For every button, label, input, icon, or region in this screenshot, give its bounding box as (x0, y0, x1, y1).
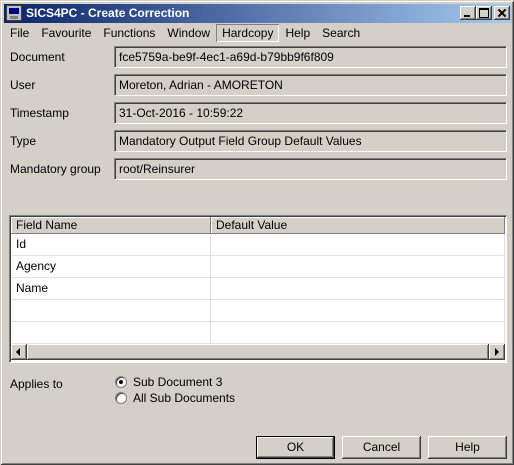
horizontal-scrollbar[interactable] (11, 344, 505, 360)
default-value-cell[interactable] (211, 300, 505, 322)
default-value-cell[interactable] (211, 256, 505, 278)
table-row[interactable]: Id (11, 234, 505, 256)
field-name-cell[interactable]: Id (11, 234, 211, 256)
menu-file[interactable]: File (4, 24, 35, 42)
table-header: Field Name Default Value (11, 217, 505, 234)
title-bar[interactable]: SICS4PC - Create Correction (4, 4, 512, 23)
field-name-cell[interactable] (11, 300, 211, 322)
menu-search[interactable]: Search (316, 24, 366, 42)
radio-all-sub-documents[interactable]: All Sub Documents (115, 391, 235, 405)
cancel-button[interactable]: Cancel (342, 436, 421, 459)
type-field[interactable]: Mandatory Output Field Group Default Val… (114, 130, 507, 152)
radio-button[interactable] (115, 392, 127, 404)
applies-to-label: Applies to (10, 377, 63, 391)
menu-hardcopy[interactable]: Hardcopy (216, 24, 279, 42)
minimize-button[interactable] (460, 6, 476, 20)
create-correction-window: SICS4PC - Create Correction File Favouri… (0, 0, 514, 465)
maximize-button[interactable] (476, 6, 492, 20)
table-row[interactable]: Agency (11, 256, 505, 278)
mandatory-group-label: Mandatory group (10, 162, 101, 176)
scrollbar-thumb[interactable] (27, 344, 489, 360)
timestamp-label: Timestamp (10, 106, 69, 120)
menu-window[interactable]: Window (161, 24, 216, 42)
mandatory-group-field[interactable]: root/Reinsurer (114, 158, 507, 180)
column-header-field-name[interactable]: Field Name (11, 217, 211, 234)
menu-help[interactable]: Help (279, 24, 316, 42)
radio-label-all-sub-documents: All Sub Documents (133, 391, 236, 405)
timestamp-field[interactable]: 31-Oct-2016 - 10:59:22 (114, 102, 507, 124)
window-title: SICS4PC - Create Correction (26, 6, 190, 20)
table-row[interactable] (11, 300, 505, 322)
default-values-table[interactable]: Field Name Default Value Id Agency Name (9, 215, 507, 363)
document-label: Document (10, 50, 65, 64)
app-icon (6, 5, 22, 21)
scroll-right-arrow-icon[interactable] (489, 344, 505, 360)
menu-favourite[interactable]: Favourite (35, 24, 97, 42)
field-name-cell[interactable]: Agency (11, 256, 211, 278)
column-header-default-value[interactable]: Default Value (211, 217, 505, 234)
table-row[interactable]: Name (11, 278, 505, 300)
field-name-cell[interactable]: Name (11, 278, 211, 300)
help-button[interactable]: Help (428, 436, 507, 459)
radio-label-sub-document-3: Sub Document 3 (133, 375, 223, 389)
default-value-cell[interactable] (211, 278, 505, 300)
field-name-cell[interactable] (11, 322, 211, 344)
type-label: Type (10, 134, 37, 148)
table-body: Id Agency Name (11, 234, 505, 344)
menubar: File Favourite Functions Window Hardcopy… (4, 24, 512, 42)
default-value-cell[interactable] (211, 234, 505, 256)
ok-button[interactable]: OK (256, 436, 335, 459)
menu-functions[interactable]: Functions (97, 24, 161, 42)
radio-sub-document-3[interactable]: Sub Document 3 (115, 375, 222, 389)
scroll-left-arrow-icon[interactable] (11, 344, 27, 360)
document-field[interactable]: fce5759a-be9f-4ec1-a69d-b79bb9f6f809 (114, 46, 507, 68)
user-field[interactable]: Moreton, Adrian - AMORETON (114, 74, 507, 96)
user-label: User (10, 78, 36, 92)
table-row[interactable] (11, 322, 505, 344)
default-value-cell[interactable] (211, 322, 505, 344)
radio-button-checked[interactable] (115, 376, 127, 388)
close-button[interactable] (494, 6, 510, 20)
